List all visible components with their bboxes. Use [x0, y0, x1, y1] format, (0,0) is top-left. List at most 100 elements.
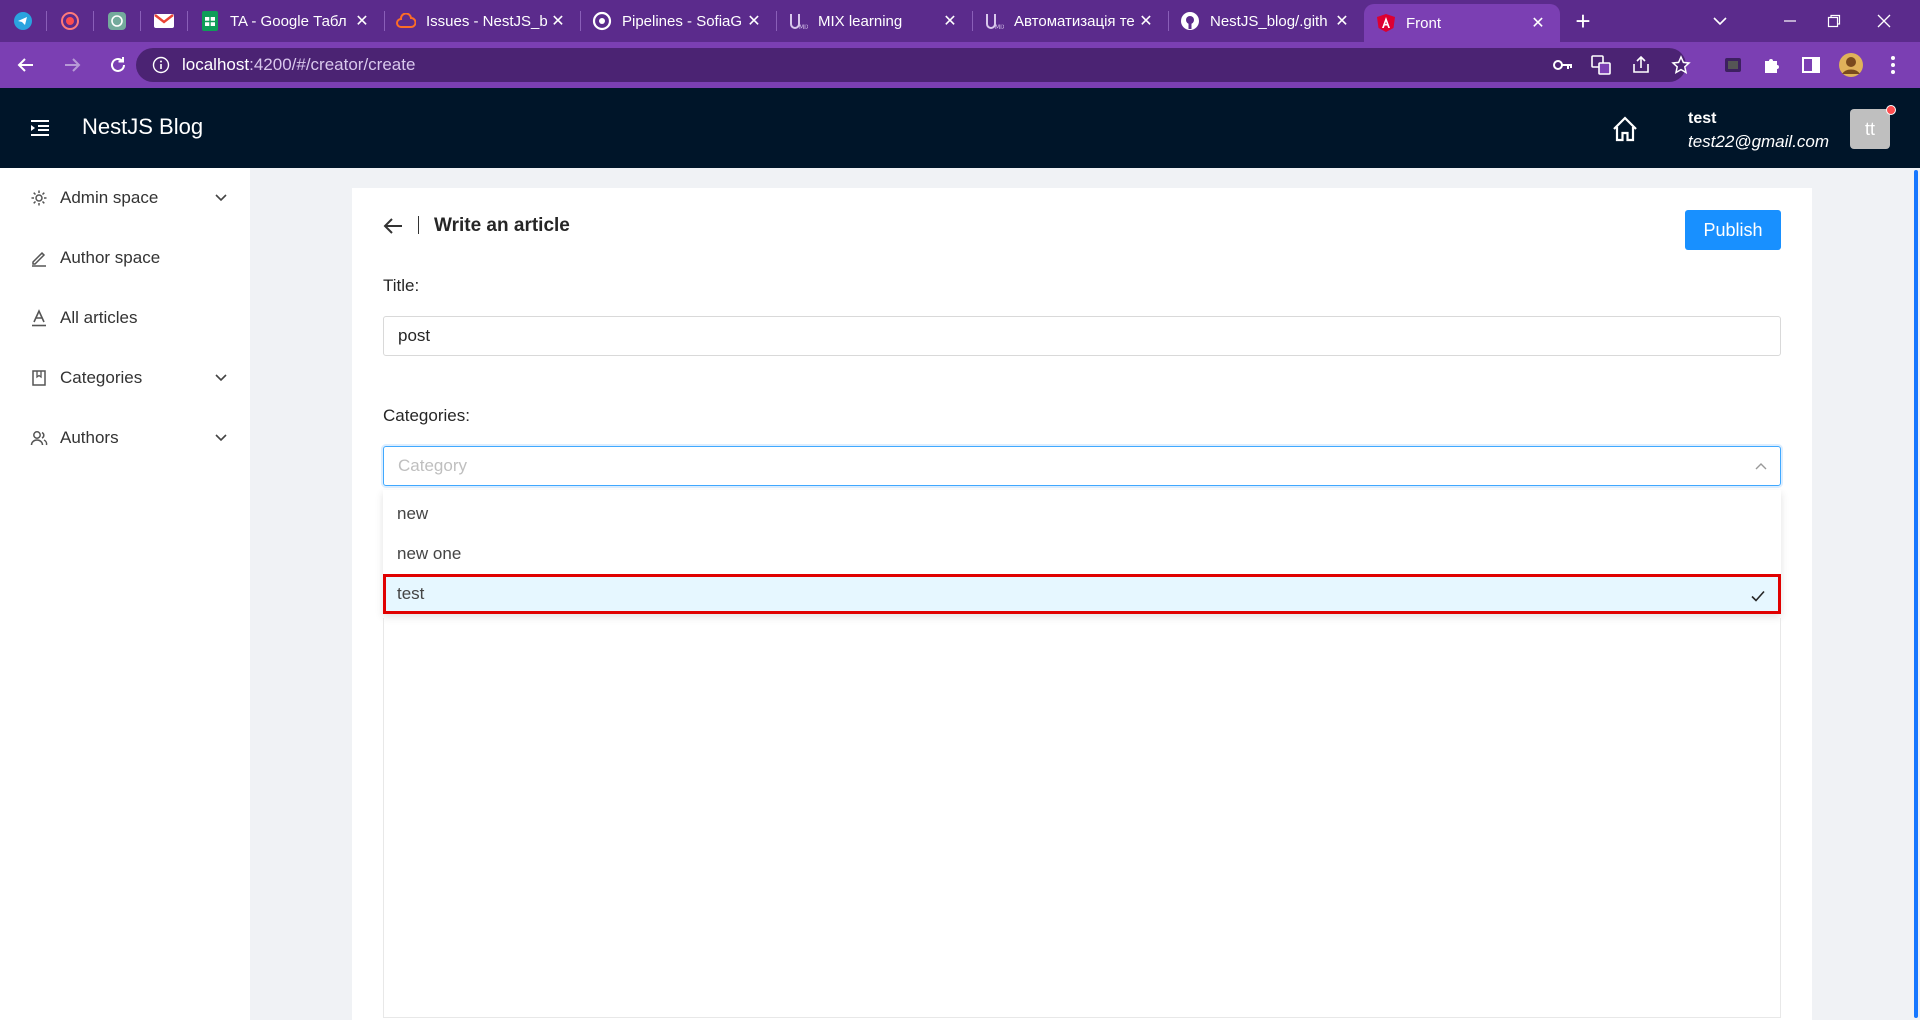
close-icon[interactable]: ✕	[1528, 13, 1548, 33]
header-divider	[418, 216, 419, 234]
arrow-right-icon	[65, 58, 81, 72]
telegram-icon	[14, 12, 32, 30]
browser-tab[interactable]: NestJS_blog/.gith ✕	[1168, 0, 1364, 42]
sidebar-item-authors[interactable]: Authors	[0, 408, 250, 468]
forward-button[interactable]	[52, 45, 92, 85]
sheets-icon	[200, 11, 220, 31]
info-icon[interactable]	[152, 56, 170, 74]
minimize-icon	[1784, 20, 1796, 22]
chevron-down-icon	[215, 434, 227, 442]
new-tab-button[interactable]: +	[1560, 0, 1606, 42]
umix-icon: MIX	[984, 11, 1004, 31]
brand-title[interactable]: NestJS Blog	[82, 114, 203, 140]
font-icon	[30, 309, 48, 327]
star-icon	[1671, 55, 1691, 74]
window-close-button[interactable]	[1856, 0, 1912, 42]
close-icon[interactable]: ✕	[940, 11, 960, 31]
share-icon	[1633, 55, 1649, 73]
category-dropdown: new new one test	[383, 490, 1781, 614]
browser-tab[interactable]: MIX MIX learning ✕	[776, 0, 972, 42]
tab-title: Front	[1406, 14, 1442, 32]
share-button[interactable]	[1626, 50, 1656, 80]
option-label: new	[397, 504, 429, 523]
pipeline-icon	[592, 11, 612, 31]
pinned-tab-telegram[interactable]	[0, 0, 46, 42]
svg-text:MIX: MIX	[799, 24, 808, 31]
publish-button[interactable]: Publish	[1685, 210, 1781, 250]
article-editor-card: Write an article Publish Title: post Cat…	[352, 188, 1812, 1020]
side-panel-icon	[1802, 57, 1820, 73]
browser-tab-active[interactable]: Front ✕	[1364, 4, 1560, 42]
close-icon[interactable]: ✕	[744, 11, 764, 31]
browser-tab-strip: TA - Google Табл ✕ Issues - NestJS_bl ✕ …	[0, 0, 1920, 42]
back-button[interactable]	[6, 45, 46, 85]
url-path: :4200/#/creator/create	[249, 55, 416, 74]
restore-icon	[1827, 14, 1841, 28]
article-content-editor[interactable]	[383, 618, 1781, 1018]
page-scrollbar[interactable]	[1912, 168, 1920, 1020]
record-icon	[61, 12, 79, 30]
categories-label: Categories:	[383, 406, 470, 425]
avatar[interactable]: tt	[1850, 109, 1890, 149]
browser-tab[interactable]: TA - Google Табл ✕	[188, 0, 384, 42]
category-option[interactable]: new one	[383, 534, 1781, 574]
user-name: test	[1688, 110, 1717, 127]
sidebar-item-admin-space[interactable]: Admin space	[0, 168, 250, 228]
extension-button[interactable]	[1718, 50, 1748, 80]
title-input-value: post	[398, 326, 431, 345]
address-bar[interactable]: localhost:4200/#/creator/create	[136, 48, 1686, 82]
reload-button[interactable]	[98, 45, 138, 85]
password-key-button[interactable]	[1548, 50, 1578, 80]
title-input[interactable]: post	[383, 316, 1781, 356]
bookmark-button[interactable]	[1666, 50, 1696, 80]
category-select[interactable]: Category	[383, 446, 1781, 486]
chevron-up-icon	[1755, 463, 1767, 470]
key-icon	[1553, 60, 1572, 70]
sidebar-item-categories[interactable]: Categories	[0, 348, 250, 408]
pinned-tab-chatgpt[interactable]	[94, 0, 140, 42]
translate-button[interactable]	[1586, 50, 1616, 80]
book-icon	[30, 369, 48, 387]
arrow-left-icon[interactable]	[382, 214, 406, 238]
browser-tab[interactable]: Issues - NestJS_bl ✕	[384, 0, 580, 42]
page-title: Write an article	[434, 215, 570, 236]
chatgpt-icon	[108, 12, 126, 30]
svg-text:MIX: MIX	[995, 24, 1004, 31]
category-option[interactable]: new	[383, 494, 1781, 534]
sidebar-item-author-space[interactable]: Author space	[0, 228, 250, 288]
translate-icon	[1591, 55, 1611, 75]
profile-button[interactable]	[1836, 50, 1866, 80]
sidebar-item-label: Author space	[60, 248, 161, 267]
angular-icon	[1376, 13, 1396, 33]
cloud-icon	[396, 11, 416, 31]
sidebar-item-label: Categories	[60, 368, 143, 387]
side-panel-button[interactable]	[1796, 50, 1826, 80]
tab-search-button[interactable]	[1692, 0, 1748, 42]
check-icon	[1751, 590, 1765, 602]
menu-fold-icon[interactable]	[28, 116, 52, 140]
restore-button[interactable]	[1806, 0, 1862, 42]
puzzle-icon	[1765, 59, 1779, 73]
user-email: test22@gmail.com	[1688, 132, 1830, 151]
close-icon[interactable]: ✕	[548, 11, 568, 31]
browser-tab[interactable]: Pipelines - SofiaG ✕	[580, 0, 776, 42]
close-icon[interactable]: ✕	[1136, 11, 1156, 31]
team-icon	[30, 429, 48, 447]
chevron-down-icon	[215, 194, 227, 202]
sidebar-item-label: All articles	[60, 308, 138, 327]
pinned-tab-record[interactable]	[47, 0, 93, 42]
close-icon[interactable]: ✕	[1332, 11, 1352, 31]
sidebar-item-all-articles[interactable]: All articles	[0, 288, 250, 348]
extensions-button[interactable]	[1756, 50, 1786, 80]
scrollbar-thumb[interactable]	[1914, 170, 1918, 1018]
chevron-down-icon	[215, 374, 227, 382]
pinned-tab-gmail[interactable]	[141, 0, 187, 42]
category-option-selected[interactable]: test	[383, 574, 1781, 614]
close-icon[interactable]: ✕	[352, 11, 372, 31]
browser-tab[interactable]: MIX Автоматизація те ✕	[972, 0, 1168, 42]
notification-dot	[1886, 105, 1896, 115]
browser-menu-button[interactable]	[1878, 50, 1908, 80]
option-label: test	[397, 584, 425, 603]
home-icon[interactable]	[1610, 114, 1640, 144]
avatar-icon	[1839, 53, 1863, 77]
